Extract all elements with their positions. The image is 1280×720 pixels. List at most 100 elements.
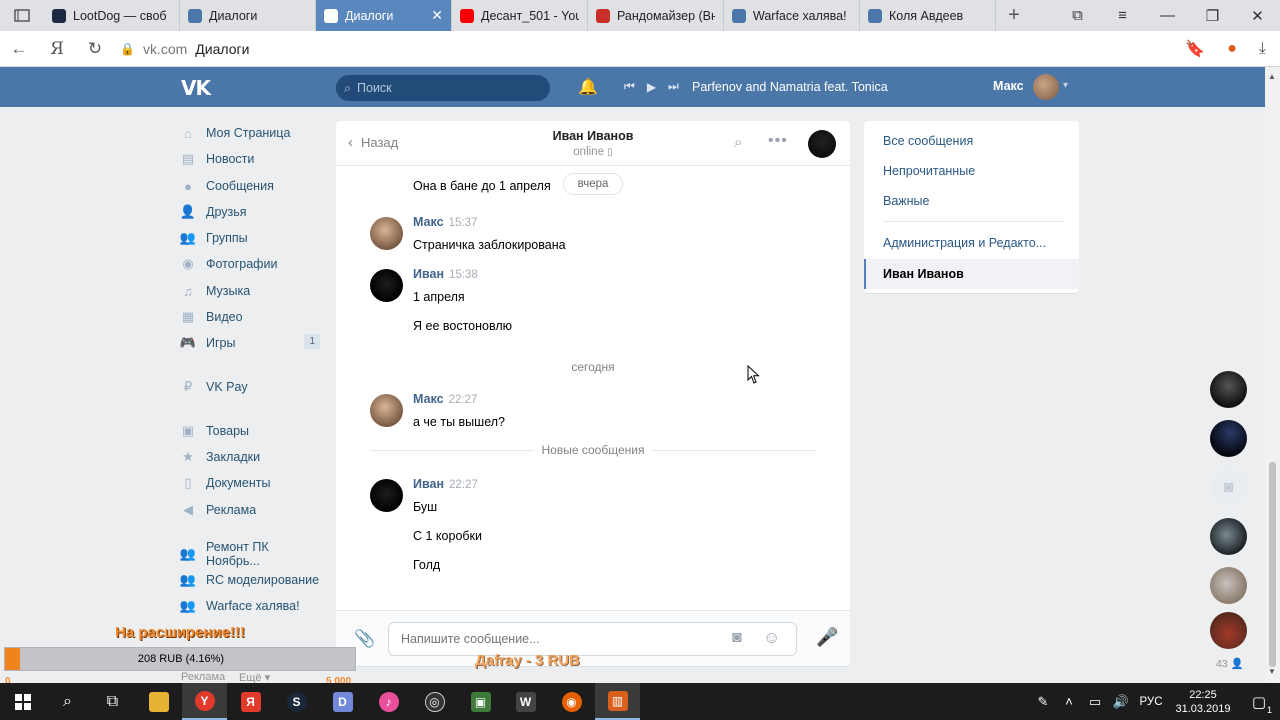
browser-tab[interactable]: LootDog — своб (44, 0, 180, 31)
network-icon[interactable]: ▭ (1082, 694, 1108, 710)
menu-item[interactable]: ♫ Музыка (180, 280, 322, 302)
task-view-icon[interactable]: ⧉ (90, 683, 135, 720)
filter-important[interactable]: Важные (883, 194, 1063, 208)
friend-avatar[interactable] (1210, 612, 1247, 649)
menu-item[interactable]: ▤ Новости (180, 148, 322, 170)
ads-link[interactable]: Реклама (181, 671, 225, 683)
previous-track-icon[interactable]: ⏮ (624, 79, 635, 94)
message-time[interactable]: 22:27 (449, 479, 478, 491)
filter-admin[interactable]: Администрация и Редакто... (883, 236, 1063, 250)
url-field[interactable]: 🔒 vk.com Диалоги (120, 41, 249, 57)
input-language[interactable]: РУС (1134, 696, 1168, 708)
friend-avatar[interactable] (1210, 371, 1247, 408)
play-icon[interactable]: ▶ (647, 80, 656, 94)
action-center-icon[interactable]: ▢ 1 (1238, 693, 1280, 715)
browser-tab[interactable]: Warface халява! (724, 0, 860, 31)
friend-avatar[interactable] (1210, 420, 1247, 457)
tray-chevron-up-icon[interactable]: ˄ (1056, 694, 1082, 709)
bookmark-icon[interactable]: 🔖 (1185, 39, 1205, 59)
discord-icon[interactable]: D (320, 683, 365, 720)
menu-item[interactable]: 👥 Группы (180, 227, 322, 249)
message-avatar[interactable] (370, 479, 403, 512)
yandex-logo-icon[interactable]: Я (38, 39, 76, 59)
tabs-menu-button[interactable] (0, 0, 44, 31)
protect-extension-icon[interactable]: ● (1227, 40, 1237, 58)
menu-item[interactable]: 👥 RC моделирование (180, 569, 322, 591)
menu-item[interactable]: 👥 Warface халява! (180, 595, 322, 617)
menu-item[interactable]: ⌂ Моя Страница (180, 122, 322, 144)
browser-tab[interactable]: Диалоги ✕ (316, 0, 452, 31)
browser-tab[interactable]: Десант_501 - You (452, 0, 588, 31)
browser-tab[interactable]: Рандомайзер (Вн (588, 0, 724, 31)
close-window-button[interactable]: ✕ (1235, 0, 1280, 31)
menu-item[interactable]: ◀ Реклама (180, 499, 322, 521)
steam-icon[interactable]: S (274, 683, 319, 720)
explorer-icon[interactable] (136, 683, 181, 720)
menu-item[interactable]: ▦ Видео (180, 306, 322, 328)
menu-item[interactable]: ★ Закладки (180, 446, 322, 468)
yandex-browser-icon[interactable]: Y (182, 683, 227, 720)
menu-item[interactable]: 👤 Друзья (180, 201, 322, 223)
more-icon[interactable]: ••• (768, 132, 788, 150)
restore-button[interactable]: ❐ (1190, 0, 1235, 31)
close-tab-icon[interactable]: ✕ (431, 7, 443, 24)
microphone-icon[interactable]: 🎤 (816, 627, 838, 648)
camera-icon[interactable]: ◙ (732, 629, 742, 647)
volume-icon[interactable]: 🔊 (1108, 694, 1134, 710)
new-tab-button[interactable]: + (996, 0, 1032, 31)
scroll-up-icon[interactable]: ▲ (1268, 72, 1276, 81)
filter-active-chat[interactable]: Иван Иванов (864, 259, 1079, 289)
peer-avatar[interactable] (808, 130, 836, 158)
stream-app-icon[interactable]: ▥ (595, 683, 640, 720)
menu-item[interactable]: 🎮 Игры 1 (180, 332, 322, 354)
friend-avatar[interactable] (1210, 518, 1247, 555)
back-arrow-icon[interactable]: ← (0, 39, 38, 59)
menu-item[interactable]: ◉ Фотографии (180, 253, 322, 275)
vk-logo[interactable]: VK (181, 76, 211, 100)
wot-icon[interactable]: W (503, 683, 548, 720)
minimize-button[interactable]: — (1145, 0, 1190, 31)
now-playing-track[interactable]: Parfenov and Namatria feat. Tonica ... (692, 80, 892, 94)
search-icon[interactable]: ⌕ (45, 683, 90, 720)
menu-item[interactable]: ● Сообщения (180, 175, 322, 197)
message-author[interactable]: Иван 22:27 (413, 477, 478, 491)
reload-icon[interactable]: ↻ (76, 39, 114, 59)
paperclip-icon[interactable]: 📎 (354, 629, 375, 649)
message-time[interactable]: 22:27 (449, 394, 478, 406)
date-pill[interactable]: вчера (563, 173, 623, 195)
firefox-icon[interactable]: ◉ (549, 683, 594, 720)
browser-tab[interactable]: Коля Авдеев (860, 0, 996, 31)
clock[interactable]: 22:25 31.03.2019 (1168, 688, 1238, 716)
next-track-icon[interactable]: ⏭ (668, 79, 679, 94)
pen-icon[interactable]: ✎ (1030, 694, 1056, 710)
page-scrollbar[interactable]: ▲ ▼ (1265, 67, 1280, 683)
camera-placeholder-icon[interactable]: ◙ (1210, 469, 1247, 506)
friend-avatar[interactable] (1210, 567, 1247, 604)
chevron-down-icon[interactable]: ▾ (1063, 80, 1068, 91)
filter-all[interactable]: Все сообщения (883, 134, 1063, 148)
yandex-icon[interactable]: Я (228, 683, 273, 720)
message-author[interactable]: Макс 15:37 (413, 215, 477, 229)
scroll-down-icon[interactable]: ▼ (1268, 667, 1276, 676)
menu-item[interactable]: 👥 Ремонт ПК Ноябрь... (180, 540, 322, 568)
search-input[interactable]: ⌕ Поиск (336, 75, 550, 101)
filter-unread[interactable]: Непрочитанные (883, 164, 1063, 178)
music-player-icon[interactable]: ♪ (366, 683, 411, 720)
menu-item[interactable]: ₽ VK Pay (180, 376, 322, 398)
message-time[interactable]: 15:38 (449, 269, 478, 281)
message-avatar[interactable] (370, 217, 403, 250)
obs-icon[interactable]: ◎ (412, 683, 457, 720)
menu-item[interactable]: ▣ Товары (180, 420, 322, 442)
message-avatar[interactable] (370, 394, 403, 427)
message-time[interactable]: 15:37 (449, 217, 478, 229)
scrollbar-thumb[interactable] (1269, 462, 1276, 667)
menu-item[interactable]: ▯ Документы (180, 472, 322, 494)
header-user-name[interactable]: Макс (993, 79, 1024, 93)
menu-icon[interactable]: ≡ (1100, 0, 1145, 31)
message-avatar[interactable] (370, 269, 403, 302)
message-author[interactable]: Иван 15:38 (413, 267, 478, 281)
windows-start-icon[interactable] (0, 683, 45, 720)
friends-count[interactable]: 43 👤 (1216, 657, 1244, 670)
notifications-bell-icon[interactable]: 🔔 (578, 77, 598, 97)
header-avatar[interactable] (1033, 74, 1059, 100)
